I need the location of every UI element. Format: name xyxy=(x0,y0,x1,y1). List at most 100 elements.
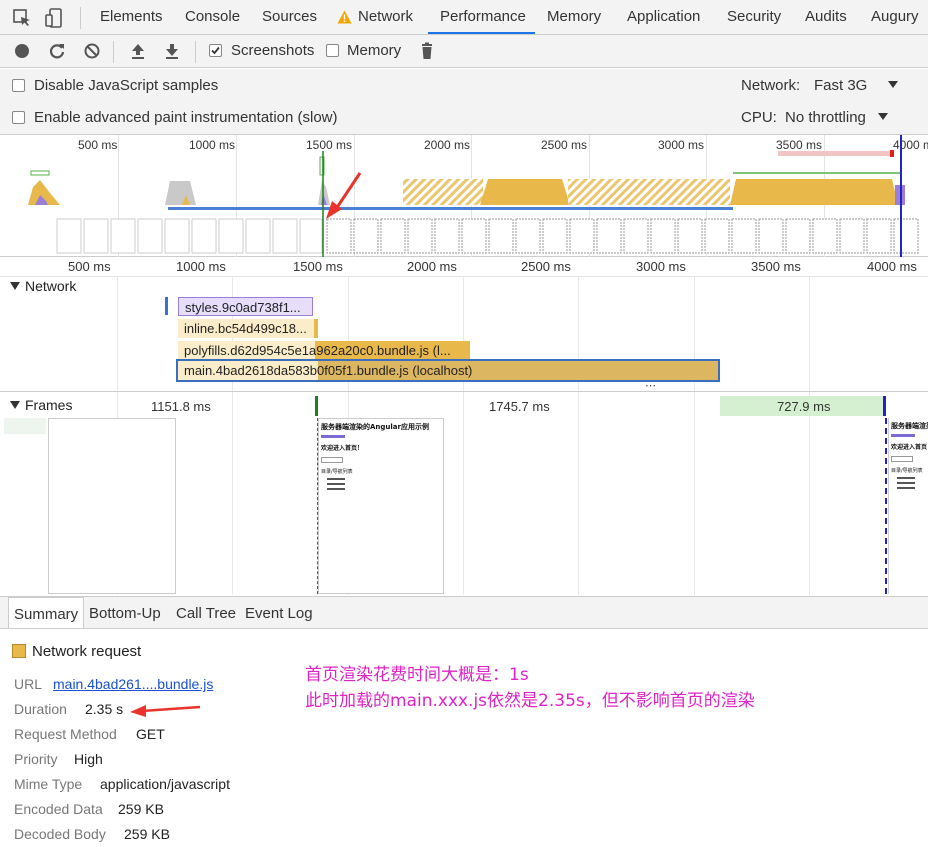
ruler-tick-label: 1500 ms xyxy=(293,259,343,274)
clear-icon[interactable] xyxy=(83,42,101,60)
performance-toolbar: Screenshots Memory xyxy=(0,35,928,68)
screenshot-button xyxy=(891,456,913,462)
frame-duration: 1151.8 ms xyxy=(151,399,211,414)
encoded-data-value: 259 KB xyxy=(118,801,164,817)
tab-application[interactable]: Application xyxy=(627,0,700,34)
screenshot-list-title: 目录/导航列表 xyxy=(321,469,353,475)
devtools-tab-bar: Elements Console Sources Network Perform… xyxy=(0,0,928,35)
network-throttle-label: Network: xyxy=(741,77,801,94)
frame-filler xyxy=(4,418,46,434)
network-track-title[interactable]: Network xyxy=(25,278,76,294)
ruler-tick-label: 1000 ms xyxy=(176,259,226,274)
network-request-bar-selected[interactable]: main.4bad2618da583b0f05f1.bundle.js (loc… xyxy=(178,361,718,380)
capture-settings: Disable JavaScript samples Enable advanc… xyxy=(0,69,928,135)
frames-track-title[interactable]: Frames xyxy=(25,397,72,413)
dropdown-arrow-icon[interactable] xyxy=(877,112,889,121)
screenshot-list-item xyxy=(897,477,915,479)
details-tab-bar: Summary Bottom-Up Call Tree Event Log xyxy=(0,596,928,629)
category-title: Network request xyxy=(32,643,142,660)
network-request-bar[interactable]: inline.bc54d499c18... xyxy=(178,319,318,338)
memory-checkbox[interactable] xyxy=(326,44,339,57)
overview-activity-graph xyxy=(28,135,919,257)
frame-marker xyxy=(315,396,318,416)
frame-dashed-line xyxy=(885,418,887,594)
tab-elements[interactable]: Elements xyxy=(100,0,163,34)
frame-marker xyxy=(883,396,886,416)
network-request-bar[interactable]: styles.9c0ad738f1... xyxy=(178,297,313,316)
red-arrow-annotation-icon xyxy=(130,705,201,717)
disable-js-samples-checkbox[interactable] xyxy=(12,79,25,92)
ruler-tick-label: 500 ms xyxy=(68,259,111,274)
ruler-tick-label: 3500 ms xyxy=(751,259,801,274)
network-track: Network styles.9c0ad738f1... inline.bc54… xyxy=(0,277,928,392)
tab-augury[interactable]: Augury xyxy=(871,0,919,34)
tab-summary[interactable]: Summary xyxy=(8,597,85,628)
frame-duration: 1745.7 ms xyxy=(489,399,550,414)
tab-sources[interactable]: Sources xyxy=(262,0,317,34)
collect-garbage-icon[interactable] xyxy=(418,42,436,60)
mime-type-value: application/javascript xyxy=(100,776,230,792)
priority-value: High xyxy=(74,751,103,767)
tab-memory[interactable]: Memory xyxy=(547,0,601,34)
tab-security[interactable]: Security xyxy=(727,0,781,34)
mime-type-key: Mime Type xyxy=(14,776,83,792)
annotation-line-2: 此时加载的main.xxx.js依然是2.35s，但不影响首页的渲染 xyxy=(305,691,755,711)
ruler-tick-label: 2000 ms xyxy=(407,259,457,274)
tab-network[interactable]: Network xyxy=(358,0,413,34)
tab-audits[interactable]: Audits xyxy=(805,0,847,34)
screenshot-list-item xyxy=(897,482,915,484)
request-method-value: GET xyxy=(136,726,165,742)
tab-bottom-up[interactable]: Bottom-Up xyxy=(89,597,161,628)
screenshot-title: 服务器端渲染的Angular应用示例 xyxy=(891,422,928,430)
screenshots-checkbox[interactable] xyxy=(209,44,222,57)
tab-event-log[interactable]: Event Log xyxy=(245,597,313,628)
url-key: URL xyxy=(14,676,43,692)
record-icon[interactable] xyxy=(13,42,31,60)
collapse-triangle-icon[interactable] xyxy=(10,401,20,409)
memory-label: Memory xyxy=(347,42,402,59)
dropdown-arrow-icon[interactable] xyxy=(887,80,899,89)
screenshot-list-item xyxy=(327,483,345,485)
screenshot-link xyxy=(891,434,915,437)
frame-screenshot-blank[interactable] xyxy=(48,418,176,594)
cpu-throttle-select[interactable]: No throttling xyxy=(785,109,866,126)
advanced-paint-checkbox[interactable] xyxy=(12,111,25,124)
screenshot-heading: 欢迎进入首页！ xyxy=(891,444,928,451)
url-link[interactable]: main.4bad261....bundle.js xyxy=(53,676,213,692)
decoded-body-key: Decoded Body xyxy=(14,826,106,842)
frame-screenshot[interactable]: 服务器端渲染的Angular应用示例 欢迎进入首页！ 目录/导航列表 xyxy=(318,418,444,594)
tab-separator xyxy=(80,7,81,29)
tab-console[interactable]: Console xyxy=(185,0,240,34)
collapse-triangle-icon[interactable] xyxy=(10,282,20,290)
checkmark-icon xyxy=(211,46,220,55)
frame-duration: 727.9 ms xyxy=(777,399,831,414)
duration-key: Duration xyxy=(14,701,67,717)
timeline-overview[interactable]: 500 ms 1000 ms 1500 ms 2000 ms 2500 ms 3… xyxy=(0,135,928,257)
cpu-throttle-label: CPU: xyxy=(741,109,777,126)
toolbar-separator xyxy=(195,41,196,63)
ruler-tick-label: 2500 ms xyxy=(521,259,571,274)
tab-performance[interactable]: Performance xyxy=(428,0,535,34)
encoded-data-key: Encoded Data xyxy=(14,801,103,817)
screenshot-list-item xyxy=(897,487,915,489)
ruler-tick-label: 4000 ms xyxy=(867,259,917,274)
frames-track: Frames 1151.8 ms 1745.7 ms 727.9 ms 服务器端… xyxy=(0,391,928,595)
tab-call-tree[interactable]: Call Tree xyxy=(176,597,236,628)
reload-record-icon[interactable] xyxy=(48,42,66,60)
device-toolbar-icon[interactable] xyxy=(45,8,65,28)
summary-panel: Network request URL main.4bad261....bund… xyxy=(0,629,928,847)
network-request-bar[interactable]: polyfills.d62d954c5e1a962a20c0.bundle.js… xyxy=(178,341,470,360)
save-profile-icon[interactable] xyxy=(163,42,181,60)
inspect-element-icon[interactable] xyxy=(12,8,32,28)
category-swatch xyxy=(12,644,26,658)
decoded-body-value: 259 KB xyxy=(124,826,170,842)
frame-screenshot[interactable]: 服务器端渲染的Angular应用示例 欢迎进入首页！ 目录/导航列表 xyxy=(888,418,928,594)
screenshots-label: Screenshots xyxy=(231,42,315,59)
duration-value: 2.35 s xyxy=(85,701,124,717)
warning-icon xyxy=(337,10,352,24)
network-throttle-select[interactable]: Fast 3G xyxy=(814,77,867,94)
ruler-tick-label: 3000 ms xyxy=(636,259,686,274)
screenshot-link xyxy=(321,435,345,438)
load-profile-icon[interactable] xyxy=(129,42,147,60)
advanced-paint-label: Enable advanced paint instrumentation (s… xyxy=(34,109,338,126)
